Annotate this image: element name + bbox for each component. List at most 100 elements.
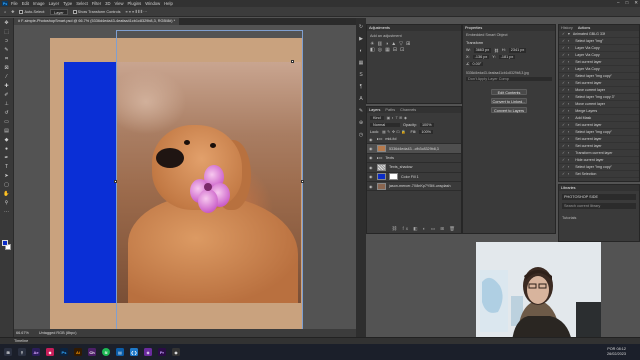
file-explorer-icon[interactable]: ▤ <box>116 348 124 356</box>
menu-filter[interactable]: Filter <box>92 1 101 6</box>
action-toggle-check-icon[interactable]: ✓ <box>562 74 565 78</box>
step-arrow-icon[interactable]: › <box>568 60 569 64</box>
link-icon[interactable]: ⛓ <box>494 48 499 53</box>
tab-libraries[interactable]: Libraries <box>561 186 576 190</box>
pen-icon[interactable]: ✒ <box>3 155 11 162</box>
menu-type[interactable]: Type <box>63 1 72 6</box>
eyedropper-icon[interactable]: ⁄ <box>3 74 11 81</box>
expand-arrow-icon[interactable]: ▾ <box>568 32 570 36</box>
edit-contents-button[interactable]: Edit Contents <box>491 89 527 95</box>
home-icon[interactable]: ⌂ <box>4 10 6 14</box>
swatches-icon[interactable]: ▦ <box>358 60 364 66</box>
type-icon[interactable]: T <box>3 164 11 171</box>
stamp-icon[interactable]: ⊥ <box>3 101 11 108</box>
action-toggle-check-icon[interactable]: ✓ <box>562 32 565 36</box>
x-input[interactable]: -136 px <box>472 55 490 59</box>
action-item[interactable]: ✓ › Transform current layer <box>559 150 639 157</box>
step-arrow-icon[interactable]: › <box>568 158 569 162</box>
tab-properties[interactable]: Properties <box>465 26 482 30</box>
action-item[interactable]: ✓ › Set current layer <box>559 136 639 143</box>
layer-row[interactable]: ◉ Texts_shadow <box>367 163 461 173</box>
action-toggle-check-icon[interactable]: ✓ <box>562 158 565 162</box>
document-tab[interactable]: # F-simple-PhotoshopSmart.psd @ 66.7% (5… <box>14 18 180 25</box>
brushes-icon[interactable]: ✎ <box>358 108 364 114</box>
menu-plugins[interactable]: Plugins <box>128 1 142 6</box>
path-select-icon[interactable]: ➤ <box>3 173 11 180</box>
align-icons[interactable]: ≡ ≡ ≡ ⫴ ⫴ ⫴ ··· <box>126 10 148 14</box>
filter-icons[interactable]: ▣◐T⊞◆ <box>387 115 409 120</box>
layer-footer-icons[interactable]: ⛓ fx ◧ ◐ ▭ ⊞ 🗑 <box>392 226 457 232</box>
color-icon[interactable]: ◐ <box>358 48 364 54</box>
menu-file[interactable]: File <box>11 1 18 6</box>
action-toggle-check-icon[interactable]: ✓ <box>562 81 565 85</box>
width-input[interactable]: 3663 px <box>473 48 492 53</box>
step-arrow-icon[interactable]: › <box>568 172 569 176</box>
language-indicator[interactable]: POR <box>607 347 615 351</box>
visibility-eye-icon[interactable]: ◉ <box>369 137 374 142</box>
after-effects-icon[interactable]: Ae <box>32 348 40 356</box>
auto-select-checkbox[interactable]: Auto-Select: <box>19 9 45 14</box>
system-clock[interactable]: POR 08:12 26/02/2023 <box>607 347 626 357</box>
chrome-icon[interactable]: ◉ <box>172 348 180 356</box>
tab-actions[interactable]: Actions <box>578 26 590 30</box>
frame-icon[interactable]: ⊠ <box>3 65 11 72</box>
action-item[interactable]: ✓ › Move current layer <box>559 101 639 108</box>
action-item[interactable]: ✓ › Hide current layer <box>559 157 639 164</box>
actions-icon[interactable]: ▶ <box>358 36 364 42</box>
menu-3d[interactable]: 3D <box>105 1 110 6</box>
action-item[interactable]: ✓ › Set current layer <box>559 59 639 66</box>
menu-help[interactable]: Help <box>164 1 173 6</box>
step-arrow-icon[interactable]: › <box>568 165 569 169</box>
action-item[interactable]: ✓ › Select layer "img copy" <box>559 164 639 171</box>
step-arrow-icon[interactable]: › <box>568 123 569 127</box>
action-toggle-check-icon[interactable]: ✓ <box>562 67 565 71</box>
y-input[interactable]: -181 px <box>498 55 516 59</box>
illustrator-icon[interactable]: Ai <box>74 348 82 356</box>
visibility-eye-icon[interactable]: ◉ <box>369 146 374 151</box>
more-icon[interactable]: ··· <box>3 209 11 216</box>
search-icon[interactable]: ⚲ <box>18 348 26 356</box>
action-item[interactable]: ✓ › Set Selection <box>559 171 639 178</box>
action-item[interactable]: ✓ › Move current layer <box>559 87 639 94</box>
layer-row-selected[interactable]: ◉ 5336d4eda43...cfb3c8329b8,3 <box>367 144 461 154</box>
layer-row[interactable]: ◉ ▸▭ mid-fol <box>367 135 461 145</box>
action-toggle-check-icon[interactable]: ✓ <box>562 95 565 99</box>
layer-row[interactable]: ◉ ▸▭ Texts <box>367 154 461 164</box>
action-toggle-check-icon[interactable]: ✓ <box>562 137 565 141</box>
step-arrow-icon[interactable]: › <box>568 46 569 50</box>
step-arrow-icon[interactable]: › <box>568 39 569 43</box>
height-input[interactable]: 2341 px <box>508 48 527 53</box>
menu-view[interactable]: View <box>115 1 124 6</box>
layer-row[interactable]: ◉ Color Fill 1 <box>367 173 461 182</box>
menu-select[interactable]: Select <box>76 1 88 6</box>
character-icon[interactable]: A <box>358 96 364 102</box>
library-dropdown[interactable]: PHOTOSHOP SIDE <box>562 194 636 200</box>
step-arrow-icon[interactable]: › <box>568 151 569 155</box>
step-arrow-icon[interactable]: › <box>568 81 569 85</box>
blend-mode-dropdown[interactable]: Normal <box>370 123 400 127</box>
windows-start-icon[interactable]: ⊞ <box>4 348 12 356</box>
step-arrow-icon[interactable]: › <box>568 67 569 71</box>
menu-edit[interactable]: Edit <box>22 1 29 6</box>
action-item[interactable]: ✓ › Add Mask <box>559 115 639 122</box>
step-arrow-icon[interactable]: › <box>568 88 569 92</box>
layer-comp-dropdown[interactable]: Don't Apply Layer Comp <box>466 77 552 81</box>
convert-to-linked-button[interactable]: Convert to Linked... <box>491 98 527 104</box>
blue-color-fill-layer[interactable] <box>64 62 116 303</box>
action-toggle-check-icon[interactable]: ✓ <box>562 53 565 57</box>
action-toggle-check-icon[interactable]: ✓ <box>562 165 565 169</box>
gradient-icon[interactable]: ▤ <box>3 128 11 135</box>
menu-layer[interactable]: Layer <box>49 1 59 6</box>
crop-icon[interactable]: ⌗ <box>3 56 11 63</box>
blur-icon[interactable]: ◆ <box>3 137 11 144</box>
visibility-eye-icon[interactable]: ◉ <box>369 174 374 179</box>
tab-adjustments[interactable]: Adjustments <box>369 26 390 30</box>
step-arrow-icon[interactable]: › <box>568 74 569 78</box>
tab-history[interactable]: History <box>561 26 573 30</box>
action-item[interactable]: ✓ › Layer Via Copy <box>559 66 639 73</box>
action-item[interactable]: ✓ › Set current layer <box>559 80 639 87</box>
visibility-eye-icon[interactable]: ◉ <box>369 184 374 189</box>
vscode-icon[interactable]: ❮❯ <box>130 348 138 356</box>
dodge-icon[interactable]: ● <box>3 146 11 153</box>
action-toggle-check-icon[interactable]: ✓ <box>562 116 565 120</box>
